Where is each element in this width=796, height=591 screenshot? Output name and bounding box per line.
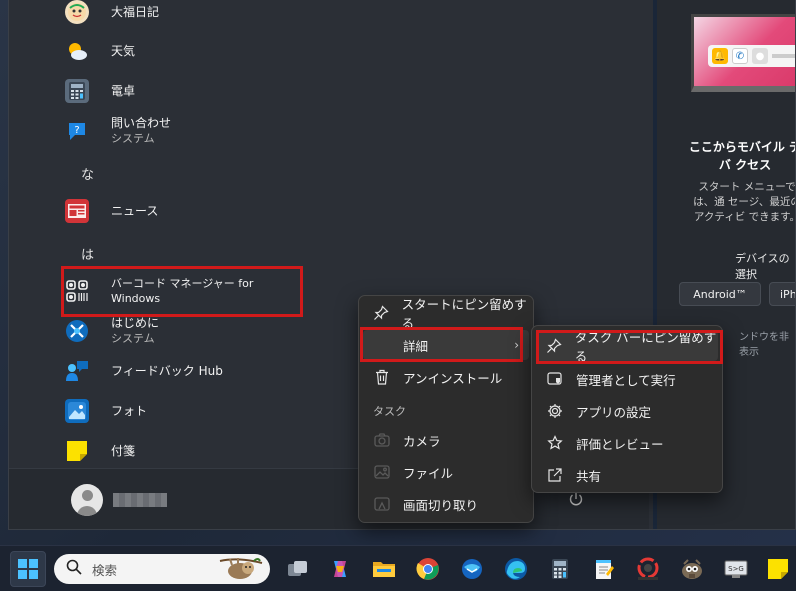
sticky-notes-icon (65, 439, 89, 463)
app-name: 電卓 (111, 83, 136, 98)
menu-task-camera-label: カメラ (403, 433, 441, 449)
windows-logo-icon (18, 559, 38, 579)
letter-header-na[interactable]: な (81, 164, 94, 183)
app-sub: システム (111, 132, 155, 145)
menu-task-files-label: ファイル (403, 465, 454, 481)
user-name-redacted[interactable] (113, 493, 167, 507)
hide-panel-link[interactable]: ンドウを非表示 (739, 328, 795, 358)
app-item-calculator[interactable]: 電卓 (65, 73, 345, 109)
letter-header-ha[interactable]: は (81, 244, 94, 263)
bell-icon: 🔔 (712, 48, 728, 64)
app-item-photos[interactable]: フォト (65, 393, 345, 429)
iphone-button[interactable]: iPh (769, 282, 795, 306)
notification-card: 🔔 ✆ ● (708, 45, 795, 67)
highlight-box-barcode-manager (61, 266, 303, 317)
svg-text:S>G: S>G (728, 565, 744, 573)
highlight-box-more (360, 327, 523, 362)
chrome-icon[interactable] (412, 553, 444, 585)
menu-uninstall-label: アンインストール (403, 370, 503, 386)
share-icon (546, 466, 564, 484)
phone-preview-image: 🔔 ✆ ● (691, 14, 795, 92)
search-placeholder: 検索 (92, 562, 118, 578)
app-name: 付箋 (111, 443, 136, 458)
svg-text:?: ? (74, 125, 79, 136)
app-item-sticky-notes[interactable]: 付箋 (65, 433, 345, 469)
taskbar: 検索 S>G (0, 545, 796, 591)
phone-call-icon: ✆ (732, 48, 748, 64)
submenu-rate-review-label: 評価とレビュー (576, 436, 664, 452)
app-name: フィードバック Hub (111, 363, 223, 378)
calculator-taskbar-icon[interactable] (544, 553, 576, 585)
app-item-help[interactable]: ? 問い合わせ システム (65, 113, 345, 149)
thunderbird-icon[interactable] (456, 553, 488, 585)
highlight-box-pin-to-taskbar (536, 330, 723, 364)
photoscape-icon[interactable] (632, 553, 664, 585)
gimp-icon[interactable] (676, 553, 708, 585)
pin-icon (373, 304, 390, 322)
app-name: 大福日記 (111, 4, 160, 19)
power-icon[interactable] (567, 491, 585, 509)
copilot-icon[interactable] (324, 553, 356, 585)
submenu-share-label: 共有 (576, 468, 602, 484)
photos-icon (65, 399, 89, 423)
image-file-icon (373, 463, 391, 481)
taskbar-search[interactable]: 検索 (54, 554, 270, 584)
submenu-app-settings-label: アプリの設定 (576, 404, 652, 420)
news-icon (65, 199, 89, 223)
submenu-share[interactable]: 共有 (536, 460, 718, 490)
search-icon (66, 559, 82, 579)
app-name: 問い合わせ (111, 116, 172, 130)
calculator-icon (65, 79, 89, 103)
submenu-rate-review[interactable]: 評価とレビュー (536, 428, 718, 458)
gear-icon (546, 402, 564, 420)
phone-panel-description: スタート メニューでは、通 セージ、最近のアクティビ できます。 (693, 181, 796, 223)
getstarted-icon (65, 319, 89, 343)
android-button[interactable]: Android™ (679, 282, 761, 306)
app-name: ニュース (111, 203, 159, 218)
app-name: フォト (111, 403, 148, 418)
start-button[interactable] (10, 551, 46, 587)
user-avatar[interactable] (71, 484, 103, 516)
admin-shield-icon (546, 370, 564, 388)
edge-icon[interactable] (500, 553, 532, 585)
app-item-news[interactable]: ニュース (65, 193, 345, 229)
menu-task-snip-label: 画面切り取り (403, 497, 479, 513)
notepad-icon[interactable] (588, 553, 620, 585)
app-item-feedback-hub[interactable]: フィードバック Hub (65, 353, 345, 389)
tasks-section-header: タスク (373, 405, 406, 418)
trash-icon (373, 368, 391, 386)
sxg-app-icon[interactable]: S>G (720, 553, 752, 585)
face-icon (65, 0, 89, 24)
phone-panel-title: ここからモバイル デバ クセス (688, 140, 796, 172)
app-item-get-started[interactable]: はじめに システム (65, 313, 345, 349)
snip-icon (373, 495, 391, 513)
menu-task-camera[interactable]: カメラ (363, 425, 529, 455)
sticky-notes-taskbar-icon[interactable] (762, 553, 794, 585)
weather-icon (65, 39, 89, 63)
contact-icon: ● (752, 48, 768, 64)
menu-task-snip[interactable]: 画面切り取り (363, 489, 529, 519)
star-icon (546, 434, 564, 452)
menu-pin-to-start[interactable]: スタートにピン留めする (363, 297, 529, 331)
menu-task-files[interactable]: ファイル (363, 457, 529, 487)
submenu-run-as-admin-label: 管理者として実行 (576, 372, 676, 388)
app-name: 天気 (111, 43, 136, 58)
submenu-app-settings[interactable]: アプリの設定 (536, 396, 718, 426)
app-item-weather[interactable]: 天気 (65, 33, 345, 69)
camera-icon (373, 431, 391, 449)
app-item-daifuku[interactable]: 大福日記 (65, 0, 345, 30)
submenu-run-as-admin[interactable]: 管理者として実行 (536, 364, 718, 394)
help-icon: ? (65, 119, 89, 143)
device-select-label: デバイスの選択 (735, 252, 790, 281)
app-sub: システム (111, 332, 155, 345)
app-name: はじめに (111, 316, 160, 330)
menu-uninstall[interactable]: アンインストール (363, 362, 529, 392)
task-view-icon[interactable] (282, 553, 314, 585)
file-explorer-icon[interactable] (368, 553, 400, 585)
sloth-illustration-icon (219, 558, 263, 579)
feedback-icon (65, 359, 89, 383)
